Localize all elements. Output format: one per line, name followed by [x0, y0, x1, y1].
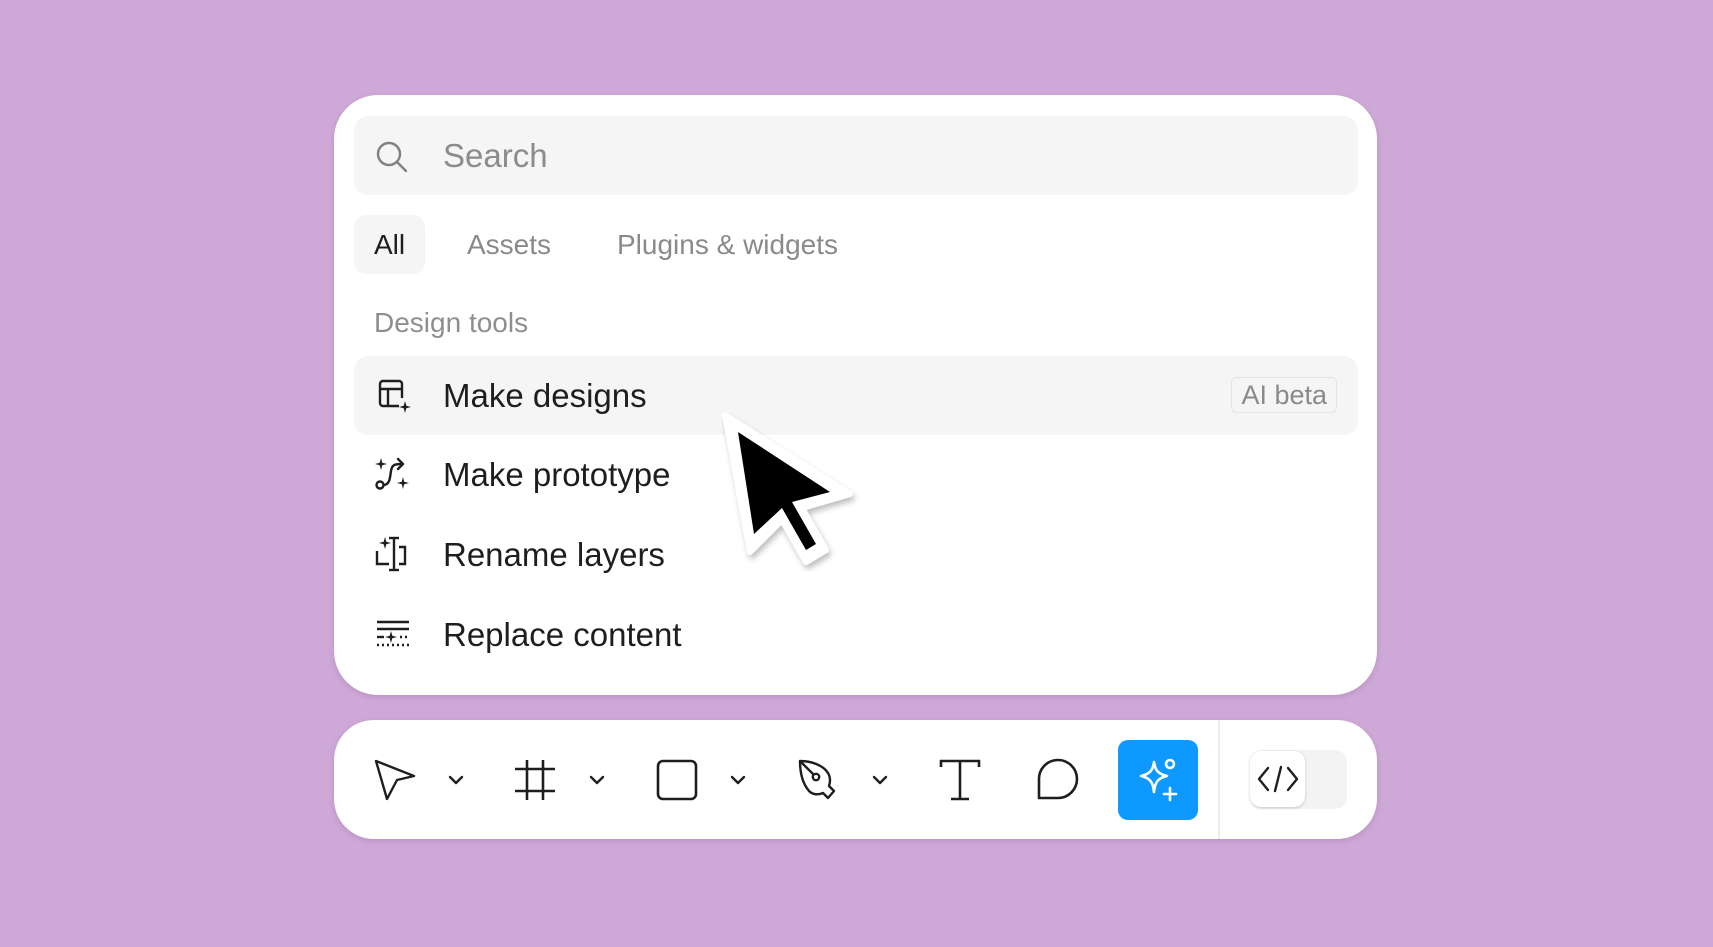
text-t-icon	[939, 759, 981, 801]
move-tool-menu-button[interactable]	[444, 765, 468, 795]
search-box[interactable]	[354, 116, 1358, 195]
ai-actions-button[interactable]	[1118, 740, 1198, 820]
text-tool-button[interactable]	[920, 740, 1000, 820]
make-designs-icon	[378, 379, 411, 413]
search-icon	[376, 141, 408, 173]
pen-tool-menu-button[interactable]	[868, 765, 892, 795]
code-brackets-icon	[1257, 765, 1299, 793]
rename-layers-icon	[375, 536, 407, 572]
menu-item-label: Rename layers	[443, 536, 665, 573]
chevron-down-icon	[872, 775, 888, 785]
frame-hash-icon	[515, 760, 555, 800]
frame-tool-button[interactable]	[495, 740, 575, 820]
ai-sparkle-icon	[1139, 758, 1178, 802]
dev-mode-toggle[interactable]	[1250, 750, 1347, 809]
search-input[interactable]	[443, 116, 1323, 195]
toolbar-divider	[1218, 720, 1220, 839]
tab-all[interactable]: All	[354, 215, 426, 274]
rectangle-tool-button[interactable]	[637, 740, 717, 820]
rectangle-tool-menu-button[interactable]	[726, 765, 750, 795]
chevron-down-icon	[448, 775, 464, 785]
move-arrow-icon	[374, 759, 416, 801]
bottom-toolbar	[334, 720, 1377, 839]
chevron-down-icon	[589, 775, 605, 785]
frame-tool-menu-button[interactable]	[585, 765, 609, 795]
menu-item-label: Make prototype	[443, 456, 671, 493]
menu-item-label: Make designs	[443, 377, 647, 414]
move-tool-button[interactable]	[355, 740, 435, 820]
tab-assets[interactable]: Assets	[467, 215, 551, 274]
chevron-down-icon	[730, 775, 746, 785]
tab-plugins-widgets[interactable]: Plugins & widgets	[617, 215, 838, 274]
menu-item-rename-layers[interactable]: Rename layers	[354, 515, 1358, 594]
quick-actions-panel: All Assets Plugins & widgets Design tool…	[334, 95, 1377, 695]
toggle-knob	[1250, 751, 1305, 807]
section-heading-design-tools: Design tools	[374, 307, 529, 338]
pen-tool-button[interactable]	[779, 740, 859, 820]
menu-item-make-designs[interactable]: Make designs AI beta	[354, 356, 1358, 435]
comment-bubble-icon	[1037, 758, 1079, 800]
comment-tool-button[interactable]	[1018, 740, 1098, 820]
menu-item-replace-content[interactable]: Replace content	[354, 595, 1358, 674]
replace-content-icon	[377, 620, 409, 647]
rectangle-icon	[656, 759, 698, 801]
pen-nib-icon	[798, 759, 836, 800]
menu-item-label: Replace content	[443, 616, 682, 653]
ai-beta-badge: AI beta	[1231, 377, 1337, 413]
make-prototype-icon	[375, 457, 409, 490]
menu-item-make-prototype[interactable]: Make prototype	[354, 435, 1358, 514]
